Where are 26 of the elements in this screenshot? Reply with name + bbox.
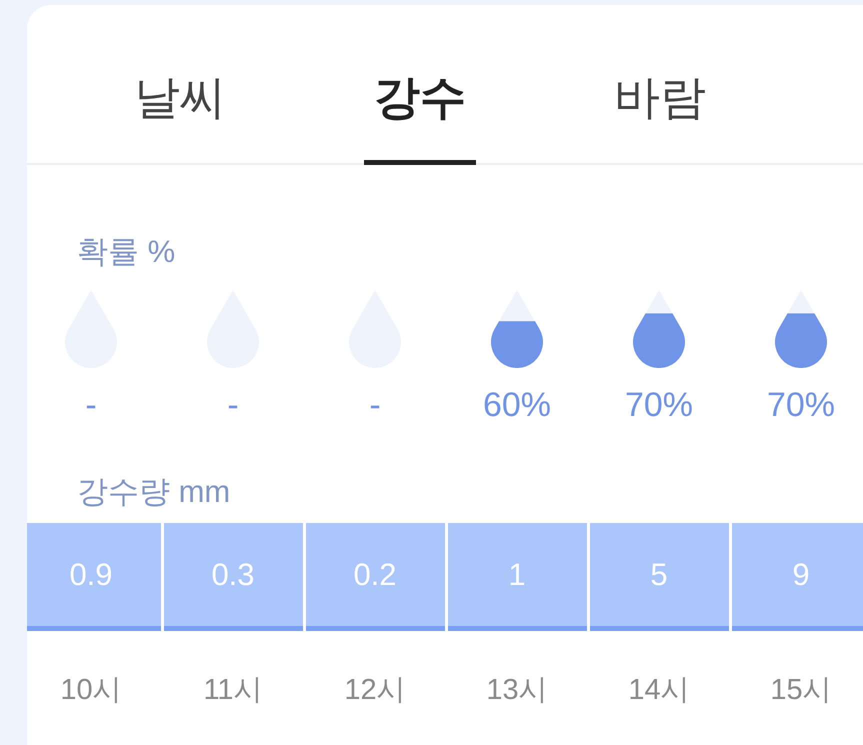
probability-value: 70%	[766, 385, 836, 425]
precipitation-cell: 0.3	[164, 523, 302, 631]
tab[interactable]: 강수	[364, 5, 476, 165]
hour-label: 13시	[486, 673, 548, 708]
raindrop-icon	[775, 290, 827, 368]
probability-value: -	[227, 385, 239, 425]
hour-label: 10시	[60, 673, 122, 708]
precipitation-cell: 0.9	[27, 523, 160, 631]
section-label: 강수량 mm	[77, 473, 230, 511]
tab[interactable]: 날씨	[124, 5, 236, 165]
raindrop-icon	[633, 290, 685, 368]
tab[interactable]: 바람	[604, 5, 716, 165]
section-label: 확률 %	[77, 233, 176, 271]
probability-value: -	[369, 385, 381, 425]
hour-label: 14시	[628, 673, 690, 708]
precipitation-cell: 9	[732, 523, 863, 631]
hour-label: 12시	[344, 673, 406, 708]
hour-label: 11시	[203, 673, 263, 708]
raindrop-icon	[491, 290, 543, 368]
probability-value: 70%	[624, 385, 694, 425]
probability-value: -	[85, 385, 97, 425]
precipitation-cell: 1	[448, 523, 586, 631]
hour-label: 15시	[770, 673, 832, 708]
precipitation-cell: 0.2	[306, 523, 444, 631]
probability-value: 60%	[482, 385, 552, 425]
precipitation-cell: 5	[590, 523, 728, 631]
